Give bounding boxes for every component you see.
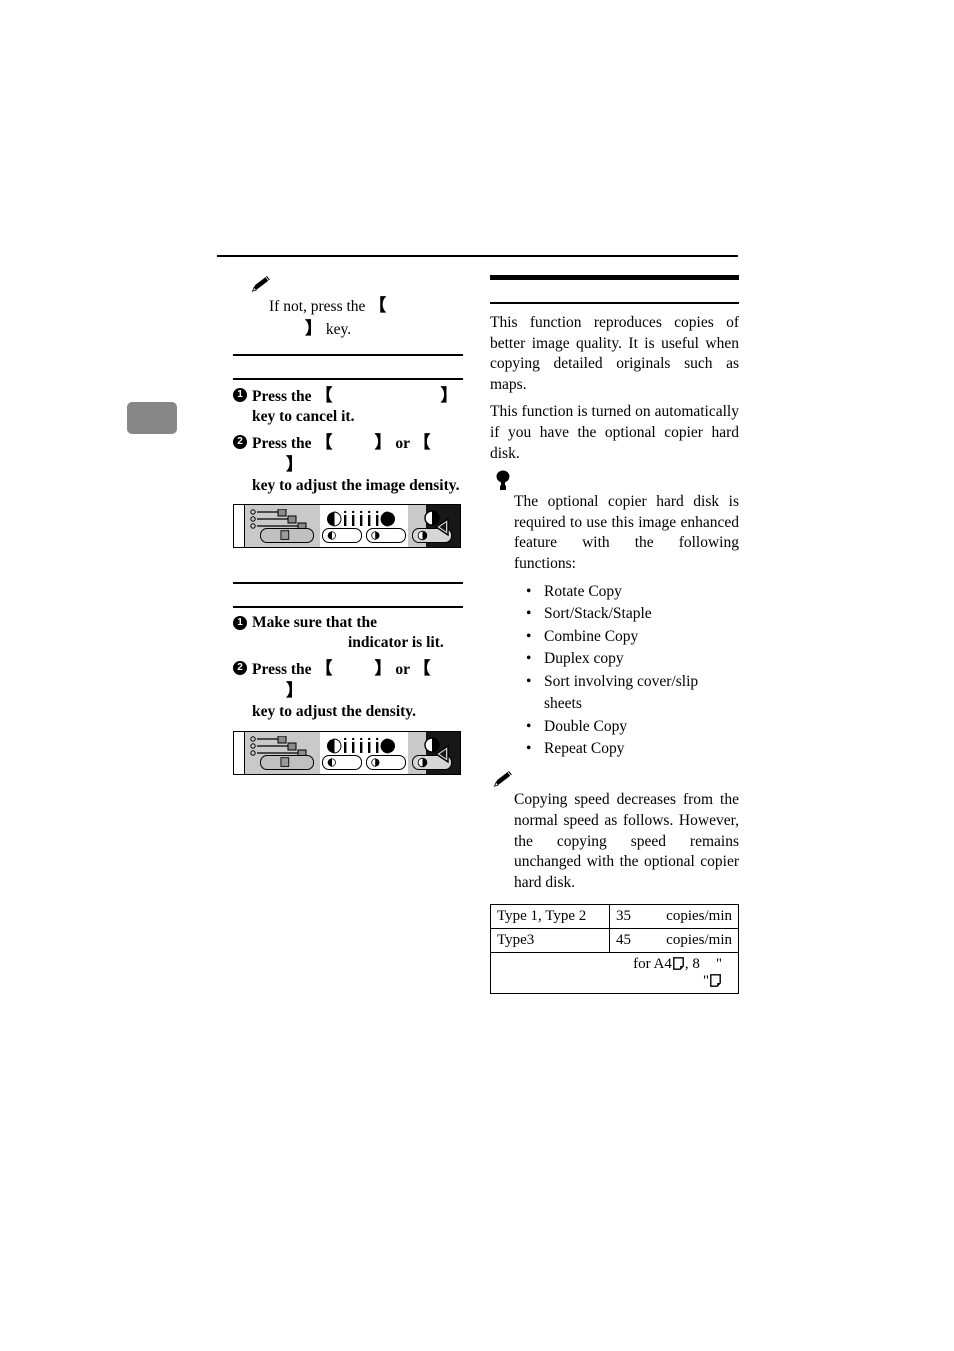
paper-size-quote-1: " (715, 955, 722, 972)
step-item: 1 Make sure that the indicator is lit. (233, 613, 463, 653)
step-number: 2 (233, 434, 247, 449)
note-pencil-icon (493, 771, 512, 788)
table-cell-unit: copies/min (660, 903, 740, 929)
section-two-steps: 1 Make sure that the indicator is lit. 2… (233, 613, 463, 721)
bracket-open: 【 (315, 659, 333, 679)
darker-density-key[interactable] (366, 528, 406, 544)
image-density-scale-icon (327, 511, 395, 527)
limitation-block: The optional copier hard disk is require… (490, 470, 739, 761)
bracket-close: 】 (374, 432, 392, 452)
note-block-bottom: Copying speed decreases from the normal … (490, 770, 739, 893)
intro-paragraph-1: This function reproduces copies of bette… (490, 314, 739, 393)
note-pencil-icon (251, 276, 270, 292)
panel-left-edge (234, 731, 245, 774)
list-item: Double Copy (526, 716, 739, 739)
paper-landscape-icon-2 (710, 973, 721, 987)
table-cell-type: Type 1, Type 2 (489, 903, 611, 929)
section-one-rule-bottom (233, 378, 463, 381)
lighter-density-key[interactable] (322, 528, 362, 544)
section-two-rule-bottom (233, 606, 463, 609)
table-cell-value: 35 (609, 903, 661, 929)
bracket-open: 【 (315, 432, 333, 452)
table-cell-type: Type3 (489, 927, 611, 953)
list-item: Rotate Copy (526, 581, 739, 604)
intro-paragraph-2: This function is turned on automatically… (490, 403, 739, 462)
limitation-bulb-icon (496, 470, 510, 491)
step-number: 2 (233, 661, 247, 676)
copier-control-panel-figure-1 (233, 504, 461, 549)
list-item: Duplex copy (526, 648, 739, 671)
image-density-scale-icon (327, 737, 395, 754)
step-item: 2 Press the 【】 or 【】 key to adjust the d… (233, 658, 463, 721)
step-item: 2 Press the 【】 or 【】 key to adjust the i… (233, 432, 463, 495)
bracket-open-2: 【 (413, 659, 431, 679)
step-text: Press the 【】 or 【】 key to adjust the den… (252, 659, 431, 720)
paper-size-mid: , 8 (684, 955, 700, 972)
table-row-footnote: for A4, 8 "" (489, 951, 739, 994)
bracket-open-2: 【 (413, 432, 431, 452)
bracket-open: 【 (315, 386, 333, 406)
step-number: 1 (233, 388, 247, 403)
step-text: Press the 【】 key to cancel it. (252, 386, 458, 426)
bracket-close-2: 】 (286, 680, 303, 700)
bracket-open: 【 (369, 296, 387, 315)
table-cell-unit: copies/min (660, 927, 740, 953)
bracket-close: 】 (305, 318, 322, 338)
darker-density-key[interactable] (366, 754, 406, 770)
step-item: 1 Press the 【】 key to cancel it. (233, 385, 463, 427)
bracket-close: 】 (374, 659, 392, 679)
table-row: Type 1, Type 2 35 copies/min (489, 903, 740, 929)
note-text-bottom: Copying speed decreases from the normal … (514, 791, 739, 891)
table-cell-value: 45 (609, 927, 661, 953)
paper-landscape-icon (672, 956, 684, 970)
right-section-heading (490, 280, 739, 302)
table-cell-paper-size: for A4, 8 "" (609, 951, 739, 994)
list-item: Combine Copy (526, 626, 739, 649)
step-text: Press the 【】 or 【】 key to adjust the ima… (252, 432, 460, 494)
page-top-rule (217, 255, 738, 257)
lighter-density-key[interactable] (322, 754, 362, 770)
list-item: Sort involving cover/slip sheets (526, 671, 739, 716)
left-arrow-key-icon[interactable] (432, 743, 454, 765)
manual-page: If not, press the 【 】 key. 1 Press the 【… (0, 0, 954, 1351)
panel-left-edge (234, 505, 245, 548)
paper-select-key[interactable] (260, 754, 314, 770)
step-number: 1 (233, 616, 247, 631)
copier-control-panel-figure-2 (233, 730, 461, 775)
copy-speed-table: Type 1, Type 2 35 copies/min Type3 45 co… (489, 903, 740, 994)
list-item: Sort/Stack/Staple (526, 603, 739, 626)
paper-size-prefix: for A4 (633, 955, 672, 972)
table-cell-empty (489, 951, 610, 994)
limitation-text: The optional copier hard disk is require… (514, 493, 739, 573)
chapter-tab (127, 402, 177, 434)
section-heading-rule-thin (490, 302, 739, 304)
section-one-steps: 1 Press the 【】 key to cancel it. 2 Press… (233, 385, 463, 495)
left-column: If not, press the 【 】 key. 1 Press the 【… (233, 275, 463, 775)
paper-select-key[interactable] (260, 528, 314, 544)
paper-size-quote-2: " (702, 972, 709, 989)
section-one-heading (233, 356, 463, 378)
list-item: Repeat Copy (526, 738, 739, 761)
left-arrow-key-icon[interactable] (432, 516, 454, 538)
limitation-bullet-list: Rotate Copy Sort/Stack/Staple Combine Co… (490, 581, 739, 761)
section-two-heading (233, 584, 463, 606)
table-row: Type3 45 copies/min (489, 927, 740, 953)
right-column: This function reproduces copies of bette… (489, 275, 740, 994)
bracket-close-2: 】 (286, 454, 303, 474)
bracket-close: 】 (440, 386, 458, 406)
note-block-top: If not, press the 【 】 key. (233, 275, 463, 340)
note-text-top: If not, press the 【 】 key. (269, 296, 387, 338)
step-text: Make sure that the indicator is lit. (252, 614, 444, 652)
